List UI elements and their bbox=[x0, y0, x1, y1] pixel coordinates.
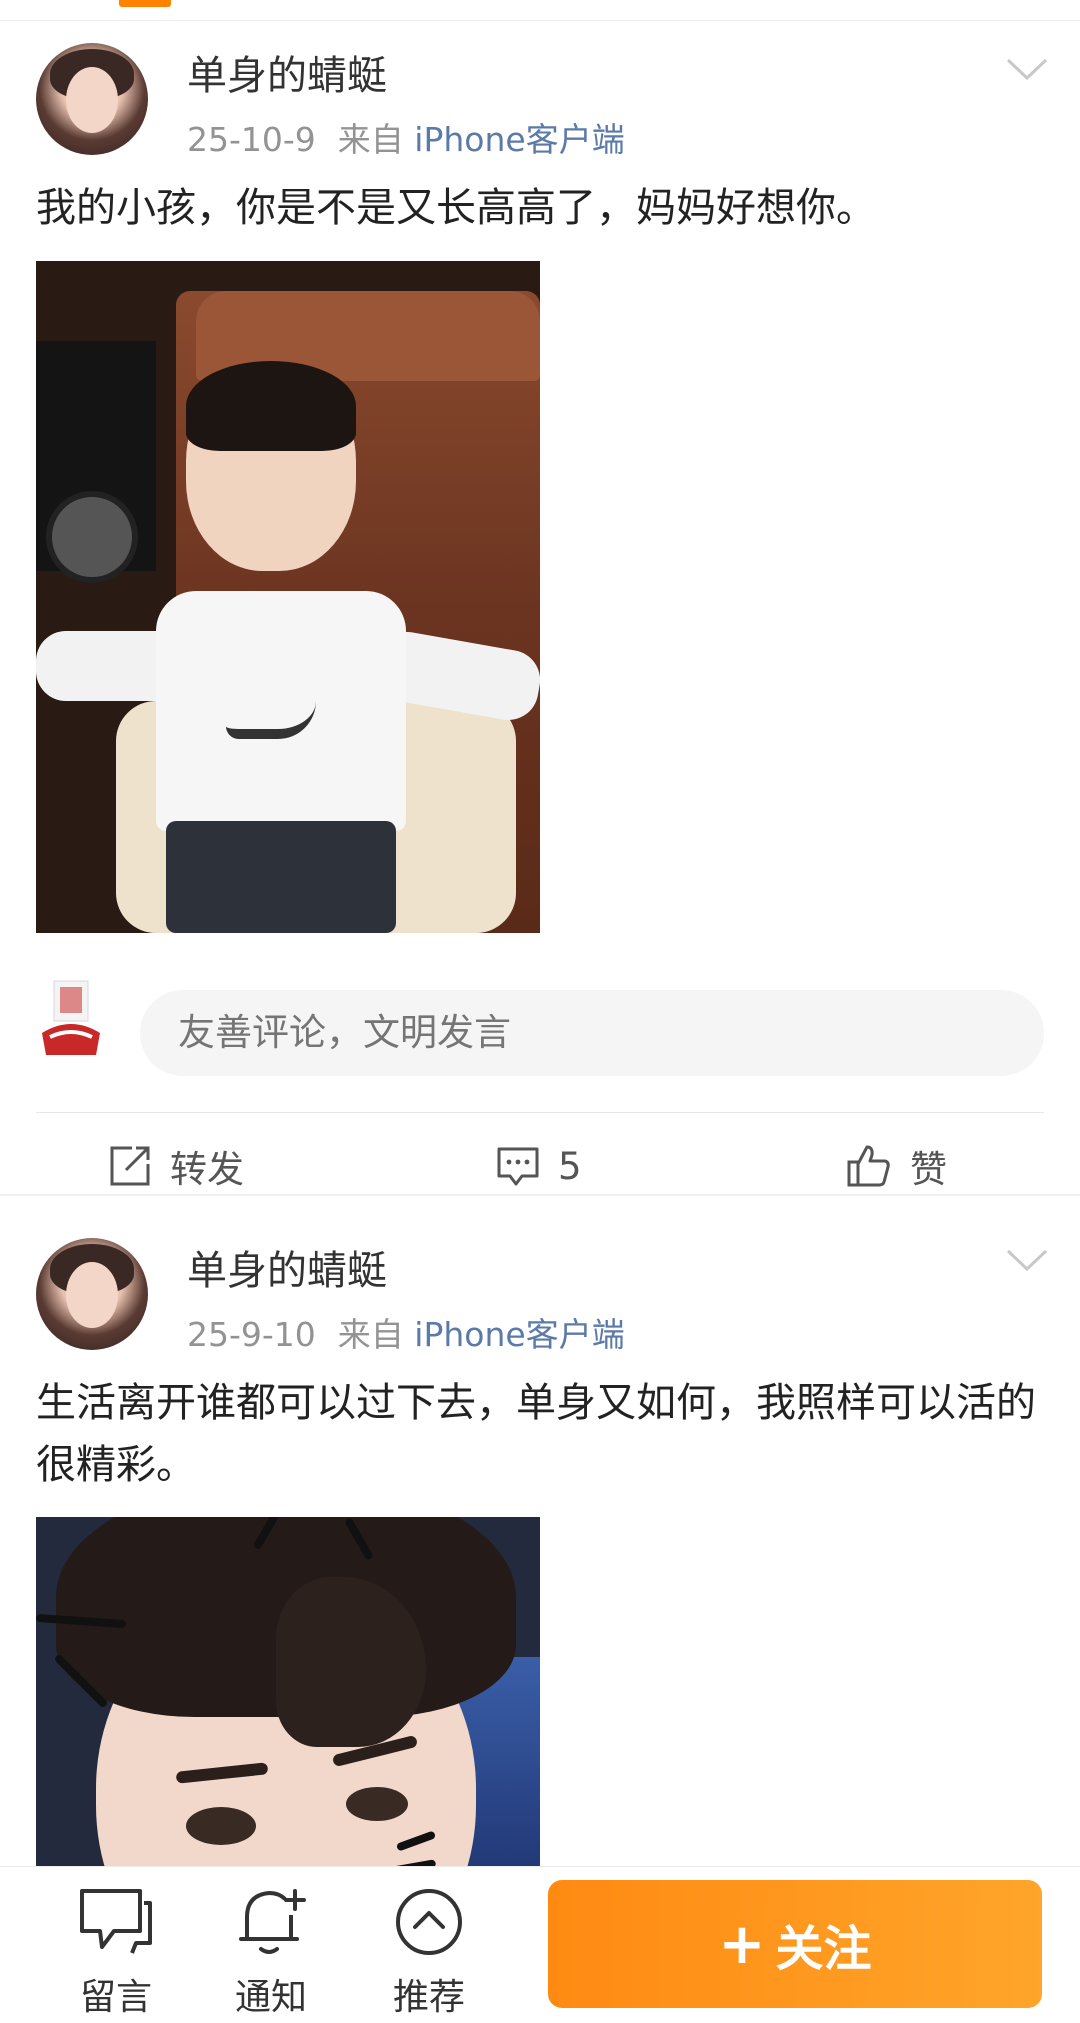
profile-feed: 单身的蜻蜓 25-10-9 来自 iPhone客户端 我的小孩，你是不是又长高高了… bbox=[0, 0, 1080, 2023]
notify-button[interactable]: 通知 bbox=[211, 1882, 331, 2020]
active-tab-indicator bbox=[119, 0, 171, 7]
post-source[interactable]: iPhone客户端 bbox=[414, 1315, 624, 1354]
post-date: 25-9-10 bbox=[187, 1315, 316, 1354]
photo-child-hair bbox=[186, 361, 356, 451]
follow-button[interactable]: + 关注 bbox=[548, 1880, 1042, 2008]
comment-count: 5 bbox=[558, 1144, 582, 1188]
repost-icon bbox=[110, 1146, 150, 1186]
thumbs-up-icon bbox=[847, 1145, 890, 1187]
message-icon bbox=[80, 1889, 152, 1954]
post-meta: 25-9-10 来自 iPhone客户端 bbox=[187, 1308, 625, 1356]
post-card: 单身的蜻蜓 25-10-9 来自 iPhone客户端 我的小孩，你是不是又长高高了… bbox=[0, 21, 1080, 1196]
top-tab-strip bbox=[0, 0, 1080, 21]
author-name[interactable]: 单身的蜻蜓 bbox=[187, 43, 387, 101]
repost-label: 转发 bbox=[170, 1148, 244, 1191]
commenter-avatar bbox=[42, 980, 100, 1055]
source-prefix: 来自 bbox=[337, 120, 404, 159]
bottom-action-bar: 留言 通知 推荐 + 关注 bbox=[0, 1866, 1080, 2023]
chevron-down-icon[interactable] bbox=[1006, 1248, 1048, 1272]
avatar-face bbox=[66, 1262, 118, 1328]
post-text: 我的小孩，你是不是又长高高了，妈妈好想你。 bbox=[36, 185, 876, 231]
post-card: 单身的蜻蜓 25-9-10 来自 iPhone客户端 生活离开谁都可以过下去，单身… bbox=[0, 1196, 1080, 1897]
author-avatar[interactable] bbox=[36, 43, 148, 155]
photo-bg-wheel bbox=[46, 491, 138, 583]
post-date: 25-10-9 bbox=[187, 120, 316, 159]
like-button[interactable]: 赞 bbox=[846, 1141, 947, 1191]
source-prefix: 来自 bbox=[337, 1315, 404, 1354]
comment-button[interactable]: 5 bbox=[496, 1141, 582, 1191]
notify-label: 通知 bbox=[234, 1977, 307, 2018]
plus-icon: + bbox=[718, 1911, 766, 1977]
post-photo[interactable] bbox=[36, 1517, 540, 1897]
chevron-down-icon[interactable] bbox=[1006, 57, 1048, 81]
author-name[interactable]: 单身的蜻蜓 bbox=[187, 1238, 387, 1296]
like-label: 赞 bbox=[910, 1148, 947, 1191]
photo-eye-right bbox=[346, 1787, 408, 1821]
post-meta: 25-10-9 来自 iPhone客户端 bbox=[187, 113, 625, 161]
post-photo[interactable] bbox=[36, 261, 540, 933]
message-button[interactable]: 留言 bbox=[56, 1882, 176, 2020]
up-circle-icon bbox=[396, 1889, 462, 1955]
comment-icon bbox=[497, 1147, 539, 1186]
message-label: 留言 bbox=[79, 1977, 152, 2018]
bell-plus-icon bbox=[239, 1889, 306, 1954]
post-text: 生活离开谁都可以过下去，单身又如何，我照样可以活的很精彩。 bbox=[36, 1380, 1036, 1488]
photo-eye-left bbox=[186, 1807, 256, 1845]
author-avatar[interactable] bbox=[36, 1238, 148, 1350]
recommend-button[interactable]: 推荐 bbox=[369, 1882, 489, 2020]
post-source[interactable]: iPhone客户端 bbox=[414, 120, 624, 159]
avatar-face bbox=[66, 67, 118, 133]
repost-button[interactable]: 转发 bbox=[108, 1141, 244, 1191]
action-divider bbox=[36, 1112, 1044, 1113]
comment-input[interactable] bbox=[140, 990, 1044, 1076]
photo-pants bbox=[166, 821, 396, 933]
recommend-label: 推荐 bbox=[392, 1977, 465, 2018]
follow-label: 关注 bbox=[775, 1921, 872, 1977]
